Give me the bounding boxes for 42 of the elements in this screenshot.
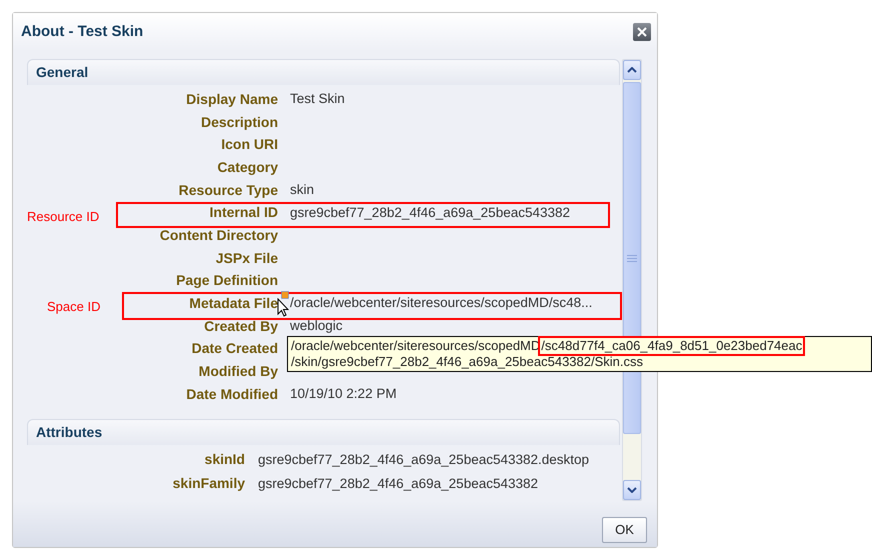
- grip-icon: [627, 254, 637, 262]
- tooltip-text: /oracle/webcenter/siteresources/scopedMD: [291, 338, 540, 354]
- field-label: Display Name: [186, 90, 278, 109]
- annotation-label: Resource ID: [27, 208, 100, 226]
- ok-button[interactable]: OK: [602, 517, 647, 543]
- mouse-pointer-icon: [277, 298, 289, 317]
- section-title: General: [36, 63, 88, 82]
- field-label: JSPx File: [216, 248, 278, 268]
- chevron-up-icon: [627, 67, 637, 73]
- field-value: skin: [290, 180, 314, 199]
- field-value: gsre9cbef77_28b2_4f46_a69a_25beac543382.desktop: [258, 450, 590, 469]
- marker-icon: [281, 291, 289, 299]
- field-label: Description: [200, 112, 278, 132]
- scroll-up-button[interactable]: [623, 60, 641, 80]
- field-label: Metadata File: [189, 294, 278, 314]
- field-label: skinFamily: [172, 474, 245, 494]
- close-icon: [637, 27, 647, 37]
- field-label: Date Modified: [186, 384, 278, 404]
- scroll-down-button[interactable]: [623, 480, 641, 500]
- field-label: Content Directory: [160, 226, 278, 245]
- tooltip-text: /skin/gsre9cbef77_28b2_4f46_a69a_25beac543382/Skin.css: [291, 354, 644, 370]
- field-label: Category: [217, 158, 278, 177]
- field-label: Internal ID: [210, 203, 278, 222]
- field-label: skinId: [204, 450, 245, 470]
- field-label: Resource Type: [178, 180, 278, 200]
- close-button[interactable]: [633, 23, 651, 41]
- highlighted-text: /sc48d77f4_ca06_4fa9_8d51_0e23bed74eac: [540, 338, 804, 354]
- dialog-title: About - Test Skin: [21, 22, 144, 42]
- section-title: Attributes: [36, 422, 102, 442]
- field-value: /oracle/webcenter/siteresources/scopedMD/sc48...: [290, 294, 592, 312]
- field-value: 10/19/10 2:22 PM: [290, 385, 397, 404]
- field-label: Date Created: [192, 339, 278, 358]
- chevron-down-icon: [627, 487, 637, 493]
- field-label: Icon URI: [221, 135, 278, 154]
- field-label: Modified By: [198, 362, 278, 382]
- field-label: Page Definition: [176, 271, 278, 290]
- field-label: Created By: [204, 316, 278, 336]
- field-value: gsre9cbef77_28b2_4f46_a69a_25beac543382: [258, 474, 538, 493]
- field-value: Test Skin: [290, 90, 345, 108]
- field-value: gsre9cbef77_28b2_4f46_a69a_25beac543382: [290, 204, 570, 222]
- field-value: weblogic: [290, 317, 343, 336]
- annotation-label: Space ID: [47, 298, 100, 316]
